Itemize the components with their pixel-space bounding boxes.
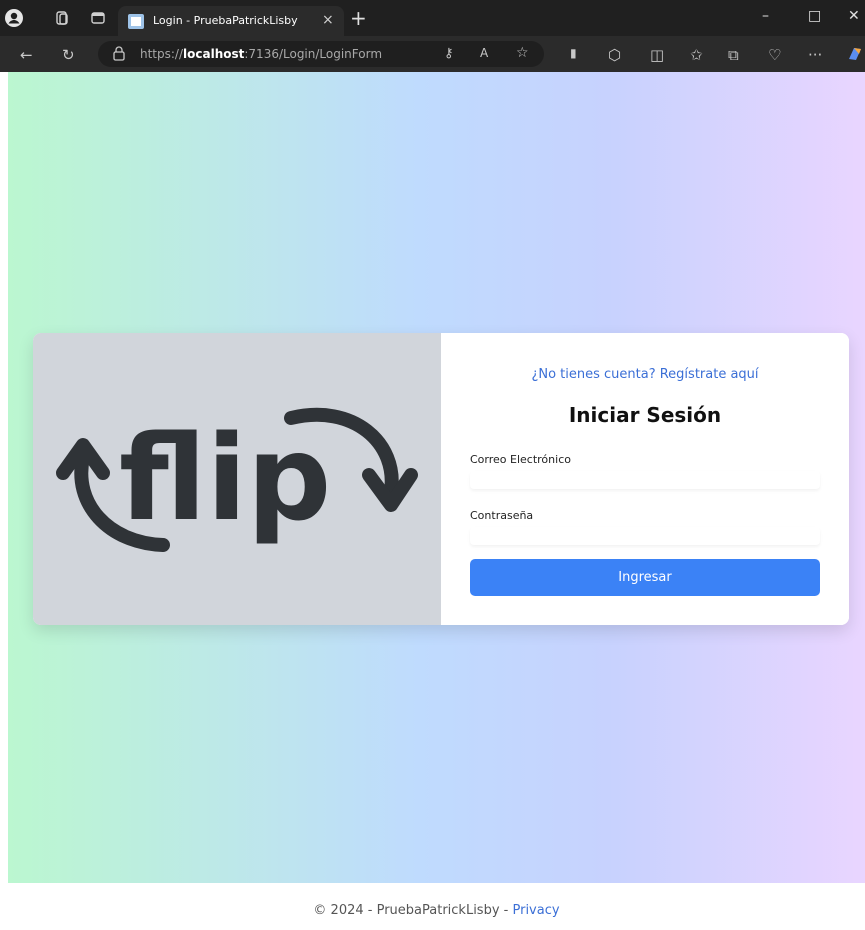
close-tab-icon[interactable]: × [322,12,334,28]
login-form-panel: ¿No tienes cuenta? Regístrate aquí Inici… [441,333,849,625]
tab-actions-icon[interactable] [88,8,108,28]
email-label: Correo Electrónico [470,453,571,466]
register-link[interactable]: ¿No tienes cuenta? Regístrate aquí [441,367,849,382]
address-bar[interactable]: https://localhost:7136/Login/LoginForm ⚷… [98,41,544,67]
close-window-icon[interactable]: ✕ [848,8,860,24]
tab-title: Login - PruebaPatrickLisby [153,14,298,27]
page-viewport: flip ¿No tienes cuenta? Regístrate aquí … [8,72,865,930]
login-button[interactable]: Ingresar [470,559,820,596]
split-screen-icon[interactable]: ◫ [650,46,664,64]
tab-login[interactable]: Login - PruebaPatrickLisby × [118,6,344,36]
back-icon[interactable]: ← [20,46,33,64]
logo-panel: flip [33,333,441,625]
profile-icon[interactable] [4,8,24,28]
privacy-link[interactable]: Privacy [512,903,559,918]
page-footer: © 2024 - PruebaPatrickLisby - Privacy [8,883,865,930]
browser-titlebar: Login - PruebaPatrickLisby × + – □ ✕ [0,0,865,36]
page-favicon-icon [128,14,144,29]
login-card: flip ¿No tienes cuenta? Regístrate aquí … [33,333,849,625]
favorite-star-icon[interactable]: ☆ [516,45,529,61]
key-icon[interactable]: ⚷ [444,46,454,61]
new-tab-icon[interactable]: + [350,6,367,30]
browser-essentials-icon[interactable]: ♡ [768,46,781,64]
login-title: Iniciar Sesión [568,403,722,427]
email-field[interactable] [470,471,820,489]
extension-icon[interactable]: ▮ [570,46,577,60]
workspaces-icon[interactable] [52,8,72,28]
gradient-background: flip ¿No tienes cuenta? Regístrate aquí … [8,72,865,883]
collections-icon[interactable]: ⧉ [728,46,739,64]
lock-icon[interactable] [112,45,126,61]
browser-toolbar: ← ↻ https://localhost:7136/Login/LoginFo… [0,36,865,72]
password-field[interactable] [470,527,820,545]
favorites-icon[interactable]: ✩ [690,46,703,64]
flip-logo: flip [56,407,418,552]
copilot-icon[interactable] [846,45,864,63]
maximize-icon[interactable]: □ [808,8,821,24]
logo-wordmark: flip [119,409,331,547]
extensions-puzzle-icon[interactable]: ⬡ [608,46,621,64]
footer-copyright: © 2024 - PruebaPatrickLisby - [313,903,513,918]
password-label: Contraseña [470,509,534,522]
read-aloud-icon[interactable]: A [480,46,488,60]
url-text[interactable]: https://localhost:7136/Login/LoginForm [140,47,382,61]
more-menu-icon[interactable]: ··· [808,46,822,64]
refresh-icon[interactable]: ↻ [62,46,75,64]
minimize-icon[interactable]: – [762,8,769,24]
